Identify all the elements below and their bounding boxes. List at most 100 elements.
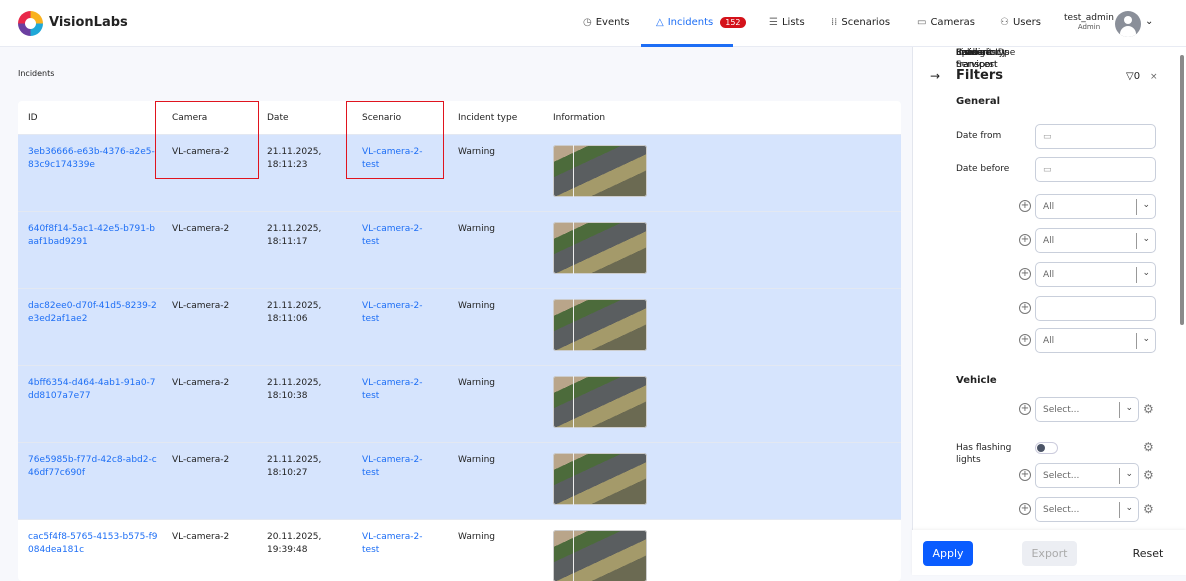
special-select[interactable]: Select... ⌄ [1035, 463, 1139, 488]
gear-icon[interactable]: ⚙ [1143, 402, 1154, 416]
nav-cameras[interactable]: ▭ Cameras [917, 17, 975, 28]
nav-users[interactable]: ⚇ Users [1000, 17, 1041, 28]
date-before-label: Date before [956, 164, 1010, 174]
select-value: All [1043, 335, 1055, 346]
nav-label: Scenarios [841, 17, 891, 28]
date-from-input[interactable]: ▭ [1035, 124, 1156, 149]
incident-type-select[interactable]: All ⌄ [1035, 228, 1156, 253]
scenario-link[interactable]: VL-camera-2-test [362, 377, 430, 402]
nav-lists[interactable]: ☰ Lists [769, 17, 805, 28]
incident-id-link[interactable]: 640f8f14-5ac1-42e5-b791-baaf1bad9291 [28, 223, 158, 248]
apply-button[interactable]: Apply [923, 541, 973, 566]
add-icon[interactable]: + [1019, 503, 1031, 515]
cameras-select[interactable]: All ⌄ [1035, 262, 1156, 287]
incident-thumbnail[interactable] [553, 222, 647, 274]
add-icon[interactable]: + [1019, 334, 1031, 346]
incidents-count-badge: 152 [720, 17, 746, 28]
date-cell: 21.11.2025, 18:11:06 [267, 301, 322, 324]
select-value: Select... [1043, 504, 1080, 515]
scenario-highlight-box [346, 101, 444, 179]
nav-scenarios[interactable]: ⁞⁞ Scenarios [831, 17, 890, 28]
col-information[interactable]: Information [553, 113, 605, 123]
nav-label: Cameras [930, 17, 975, 28]
section-general: General [956, 96, 1000, 107]
lists-select[interactable]: All ⌄ [1035, 328, 1156, 353]
incident-id-link[interactable]: cac5f4f8-5765-4153-b575-f9084dea181c [28, 531, 158, 556]
scenario-link[interactable]: VL-camera-2-test [362, 300, 430, 325]
table-row[interactable]: 3eb36666-e63b-4376-a2e5-83c9c174339e VL-… [18, 135, 901, 212]
select-value: Select... [1043, 404, 1080, 415]
date-before-input[interactable]: ▭ [1035, 157, 1156, 182]
filter-count-value: 0 [1133, 71, 1141, 82]
camera-cell: VL-camera-2 [172, 532, 230, 542]
panel-scrollbar[interactable] [1180, 55, 1184, 325]
brand-name: VisionLabs [49, 15, 128, 30]
flashing-lights-toggle[interactable] [1035, 442, 1058, 454]
nav-events[interactable]: ◷ Events [583, 17, 630, 28]
emergency-select[interactable]: Select... ⌄ [1035, 397, 1139, 422]
camera-icon: ▭ [917, 17, 927, 28]
gear-icon[interactable]: ⚙ [1143, 468, 1154, 482]
incident-id-link[interactable]: dac82ee0-d70f-41d5-8239-2e3ed2af1ae2 [28, 300, 158, 325]
camera-cell: VL-camera-2 [172, 224, 230, 234]
export-button[interactable]: Export [1022, 541, 1077, 566]
col-id[interactable]: ID [28, 113, 38, 123]
scenario-link[interactable]: VL-camera-2-test [362, 223, 430, 248]
calendar-icon: ▭ [1043, 131, 1052, 142]
incident-thumbnail[interactable] [553, 453, 647, 505]
users-icon: ⚇ [1000, 17, 1009, 28]
incident-thumbnail[interactable] [553, 299, 647, 351]
collapse-arrow-icon[interactable]: → [930, 69, 940, 83]
select-value: All [1043, 269, 1055, 280]
public-select[interactable]: Select... ⌄ [1035, 497, 1139, 522]
user-info[interactable]: test_admin Admin [1064, 13, 1114, 31]
add-icon[interactable]: + [1019, 200, 1031, 212]
table-row[interactable]: cac5f4f8-5765-4153-b575-f9084dea181c VL-… [18, 520, 901, 581]
add-icon[interactable]: + [1019, 469, 1031, 481]
incident-id-link[interactable]: 3eb36666-e63b-4376-a2e5-83c9c174339e [28, 146, 158, 171]
chevron-down-icon[interactable]: ⌄ [1145, 16, 1153, 27]
incident-thumbnail[interactable] [553, 376, 647, 428]
incident-thumbnail[interactable] [553, 530, 647, 581]
clock-icon: ◷ [583, 17, 592, 28]
add-icon[interactable]: + [1019, 302, 1031, 314]
chevron-down-icon: ⌄ [1142, 268, 1150, 278]
col-date[interactable]: Date [267, 113, 289, 123]
chevron-down-icon: ⌄ [1125, 403, 1133, 413]
active-tab-indicator [641, 44, 733, 47]
add-icon[interactable]: + [1019, 403, 1031, 415]
incident-id-link[interactable]: 76e5985b-f77d-42c8-abd2-c46df77c690f [28, 454, 158, 479]
scenario-link[interactable]: VL-camera-2-test [362, 531, 430, 556]
avatar[interactable] [1115, 11, 1141, 37]
incident-type-cell: Warning [458, 532, 496, 542]
select-value: All [1043, 201, 1055, 212]
table-row[interactable]: 4bff6354-d464-4ab1-91a0-7dd8107a7e77 VL-… [18, 366, 901, 443]
incident-thumbnail[interactable] [553, 145, 647, 197]
camera-cell: VL-camera-2 [172, 378, 230, 388]
scenario-select[interactable]: All ⌄ [1035, 194, 1156, 219]
incident-type-cell: Warning [458, 224, 496, 234]
reset-button[interactable]: Reset [1128, 541, 1168, 566]
chevron-down-icon: ⌄ [1142, 234, 1150, 244]
table-row[interactable]: dac82ee0-d70f-41d5-8239-2e3ed2af1ae2 VL-… [18, 289, 901, 366]
gear-icon[interactable]: ⚙ [1143, 440, 1154, 454]
table-row[interactable]: 640f8f14-5ac1-42e5-b791-baaf1bad9291 VL-… [18, 212, 901, 289]
filter-count[interactable]: ▽0 [1126, 71, 1140, 82]
select-value: All [1043, 235, 1055, 246]
incident-type-cell: Warning [458, 455, 496, 465]
nav-incidents[interactable]: △ Incidents 152 [656, 17, 746, 28]
incident-ids-select[interactable] [1035, 296, 1156, 321]
table-row[interactable]: 76e5985b-f77d-42c8-abd2-c46df77c690f VL-… [18, 443, 901, 520]
select-value: Select... [1043, 470, 1080, 481]
add-icon[interactable]: + [1019, 234, 1031, 246]
add-icon[interactable]: + [1019, 268, 1031, 280]
sliders-icon: ⁞⁞ [831, 17, 838, 28]
scenario-link[interactable]: VL-camera-2-test [362, 454, 430, 479]
camera-cell: VL-camera-2 [172, 455, 230, 465]
date-cell: 21.11.2025, 18:11:23 [267, 147, 322, 170]
col-incident-type[interactable]: Incident type [458, 113, 517, 123]
clear-filters-icon[interactable]: × [1150, 72, 1158, 82]
incident-id-link[interactable]: 4bff6354-d464-4ab1-91a0-7dd8107a7e77 [28, 377, 158, 402]
gear-icon[interactable]: ⚙ [1143, 502, 1154, 516]
chevron-down-icon: ⌄ [1125, 469, 1133, 479]
